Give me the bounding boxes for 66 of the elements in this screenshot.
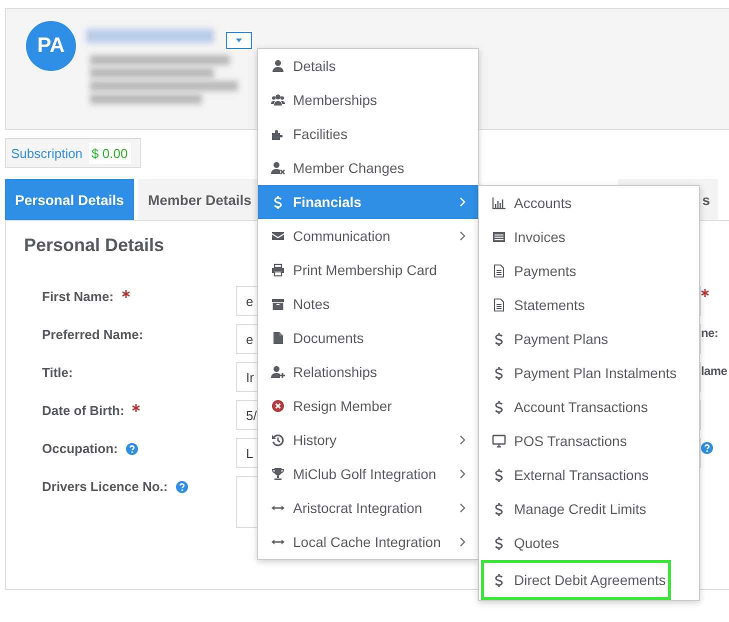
menu-item[interactable]: Payment Plans <box>479 322 699 356</box>
dollar-icon <box>492 400 506 414</box>
document-icon <box>492 298 506 312</box>
puzzle-icon <box>271 127 285 141</box>
dollar-icon <box>492 573 506 587</box>
menu-item[interactable]: Invoices <box>479 220 699 254</box>
menu-item[interactable]: Accounts <box>479 186 699 220</box>
trophy-icon <box>271 467 285 481</box>
monitor-icon <box>492 434 506 448</box>
menu-item[interactable]: Aristocrat Integration <box>258 491 478 525</box>
remove-circle-icon <box>271 399 285 413</box>
menu-item[interactable]: Manage Credit Limits <box>479 492 699 526</box>
archive-icon <box>271 297 285 311</box>
field-label: First Name: <box>42 289 114 304</box>
user-add-icon <box>271 365 285 379</box>
menu-item[interactable]: Communication <box>258 219 478 253</box>
caret-icon <box>235 37 243 43</box>
menu-item[interactable]: POS Transactions <box>479 424 699 458</box>
menu-item[interactable]: Notes <box>258 287 478 321</box>
field-label: Title: <box>42 365 73 380</box>
list-icon <box>492 230 506 244</box>
tab[interactable]: Personal Details <box>5 179 134 220</box>
menu-item[interactable]: Statements <box>479 288 699 322</box>
menu-item[interactable]: Direct Debit Agreements <box>481 560 671 600</box>
menu-item[interactable]: Print Membership Card <box>258 253 478 287</box>
menu-item[interactable]: External Transactions <box>479 458 699 492</box>
menu-item[interactable]: Facilities <box>258 117 478 151</box>
file-icon <box>271 331 285 345</box>
menu-item[interactable]: Financials <box>258 185 478 219</box>
dollar-icon <box>492 332 506 346</box>
menu-item[interactable]: Resign Member <box>258 389 478 423</box>
group-icon <box>271 93 285 107</box>
menu-item[interactable]: Relationships <box>258 355 478 389</box>
menu-item[interactable]: History <box>258 423 478 457</box>
envelope-icon <box>271 229 285 243</box>
field-label: Date of Birth: <box>42 403 124 418</box>
dollar-icon <box>492 366 506 380</box>
menu-item[interactable]: Local Cache Integration <box>258 525 478 559</box>
field-label: ne: <box>701 326 718 340</box>
menu-item[interactable]: Memberships <box>258 83 478 117</box>
menu-item[interactable]: Payment Plan Instalments <box>479 356 699 390</box>
subscription-amount: $ 0.00 <box>88 142 131 164</box>
field-label: Drivers Licence No.: <box>42 479 168 494</box>
user-remove-icon <box>271 161 285 175</box>
avatar: PA <box>26 21 76 71</box>
dollar-icon <box>492 468 506 482</box>
section-title: Personal Details <box>24 235 164 256</box>
dollar-icon <box>492 502 506 516</box>
required-icon <box>701 289 709 297</box>
field-label: lame <box>701 364 728 378</box>
dollar-icon <box>492 536 506 550</box>
menu-item[interactable]: Account Transactions <box>479 390 699 424</box>
printer-icon <box>271 263 285 277</box>
menu-item[interactable]: Details <box>258 49 478 83</box>
field-label: Preferred Name: <box>42 327 144 342</box>
document-icon <box>492 264 506 278</box>
bar-chart-icon <box>492 196 506 210</box>
history-icon <box>271 433 285 447</box>
menu-item[interactable]: Documents <box>258 321 478 355</box>
menu-item[interactable]: Payments <box>479 254 699 288</box>
field-label: Occupation: <box>42 441 118 456</box>
dollar-icon <box>271 195 285 209</box>
dropdown-toggle[interactable] <box>226 32 252 48</box>
menu-item[interactable]: MiClub Golf Integration <box>258 457 478 491</box>
user-icon <box>271 59 285 73</box>
menu-item[interactable]: Quotes <box>479 526 699 560</box>
